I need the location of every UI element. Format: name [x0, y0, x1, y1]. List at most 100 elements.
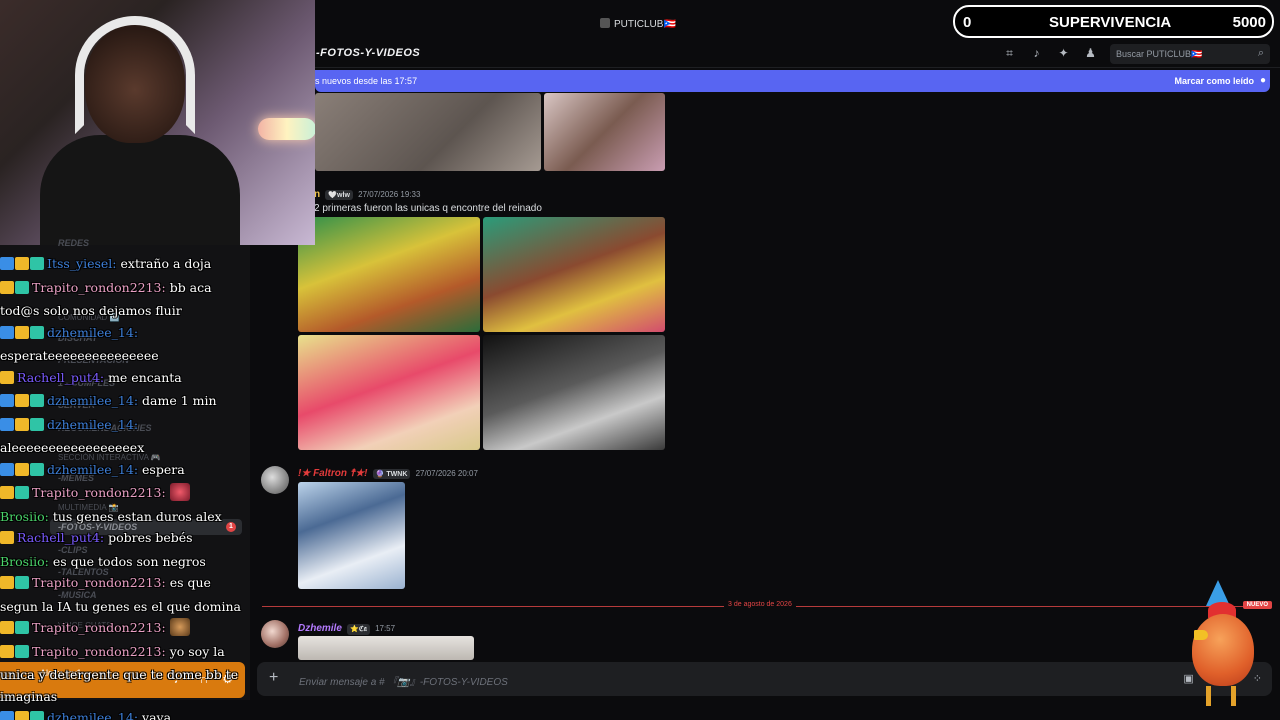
chat-username[interactable]: Brosiio: — [0, 509, 49, 524]
gold-badge-icon — [15, 711, 29, 720]
chat-text: aleeeeeeeeeeeeeeeeex — [0, 440, 145, 455]
chat-username[interactable]: Trapito_rondon2213: — [32, 280, 166, 295]
mark-as-read-button[interactable]: Marcar como leído — [1174, 76, 1254, 86]
chat-username[interactable]: dzhemilee_14: — [47, 462, 138, 477]
header-icons: ⌗ ♪ ✦ ♟ — [1002, 46, 1098, 61]
channel-header: -FOTOS-Y-VIDEOS ⌗ ♪ ✦ ♟ Buscar PUTICLUB🇵… — [250, 40, 1280, 68]
attachment-image[interactable] — [298, 482, 405, 589]
chat-username[interactable]: dzhemilee_14: — [47, 393, 138, 408]
chat-message: Trapito_rondon2213: bb aca tod@s solo no… — [0, 277, 250, 322]
server-title: PUTICLUB🇵🇷 — [600, 18, 676, 30]
new-messages-text: s nuevos desde las 17:57 — [315, 76, 418, 86]
teal-badge-icon — [15, 280, 29, 294]
chat-username[interactable]: dzhemilee_14: — [47, 325, 138, 340]
attachment-image[interactable] — [298, 335, 480, 450]
chat-badges — [0, 619, 30, 641]
avatar[interactable] — [261, 620, 289, 648]
chat-badges — [0, 461, 45, 483]
attachment-image[interactable] — [298, 636, 474, 660]
rooster-mascot — [1186, 580, 1264, 708]
message-composer[interactable]: + Enviar mensaje a # 『📷』-FOTOS-Y-VIDEOS … — [257, 662, 1272, 696]
attachment-image[interactable] — [298, 217, 480, 332]
gold-badge-icon — [15, 325, 29, 339]
pin-icon[interactable]: ✦ — [1056, 46, 1071, 61]
new-messages-bar[interactable]: s nuevos desde las 17:57 Marcar como leí… — [315, 70, 1270, 92]
chat-text: pobres bebés — [108, 530, 193, 545]
add-attachment-icon[interactable]: + — [269, 669, 278, 687]
blue-badge-icon — [0, 417, 14, 431]
chat-username[interactable]: dzhemilee_14: — [47, 710, 138, 720]
teal-badge-icon — [30, 711, 44, 720]
emote-icon — [169, 483, 190, 501]
teal-badge-icon — [30, 462, 44, 476]
sidebar-item[interactable]: REDES — [58, 238, 89, 248]
chat-text: es que todos son negros — [52, 553, 206, 569]
role-tag: ⭐ℭ𝔞 — [347, 624, 370, 635]
chat-message: Trapito_rondon2213: — [0, 482, 250, 506]
gold-badge-icon — [0, 576, 14, 589]
chat-text: tus genes estan duros alex — [52, 508, 222, 524]
chat-bubble-icon: ● — [1259, 75, 1266, 86]
chat-username[interactable]: Rachell_put4: — [17, 530, 104, 545]
message-author[interactable]: Dzhemile — [298, 623, 342, 634]
teal-badge-icon — [15, 486, 29, 499]
chat-username[interactable]: Itss_yiesel: — [47, 256, 117, 271]
emote-icon — [169, 618, 190, 636]
counter-left-value: 0 — [963, 14, 972, 31]
chat-username[interactable]: Trapito_rondon2213: — [32, 575, 166, 590]
chat-badges — [0, 529, 15, 551]
message-time: 17:57 — [375, 624, 396, 633]
blue-badge-icon — [0, 462, 14, 476]
gold-badge-icon — [0, 280, 14, 294]
chat-message: Rachell_put4: pobres bebés — [0, 527, 250, 551]
chat-message: dzhemilee_14: aleeeeeeeeeeeeeeeeex — [0, 414, 250, 459]
chat-username[interactable]: Brosiio: — [0, 554, 49, 569]
threads-icon[interactable]: ⌗ — [1002, 46, 1017, 61]
chat-username[interactable]: Rachell_put4: — [17, 370, 104, 385]
gold-badge-icon — [15, 394, 29, 407]
members-icon[interactable]: ♟ — [1083, 46, 1098, 61]
gold-badge-icon — [15, 417, 29, 431]
gold-badge-icon — [0, 531, 14, 544]
headphones — [75, 16, 195, 134]
chat-username[interactable]: Trapito_rondon2213: — [32, 644, 166, 659]
attachment-image[interactable] — [483, 335, 665, 450]
chat-message: dzhemilee_14: esperateeeeeeeeeeeeeee — [0, 322, 250, 367]
chat-username[interactable]: Trapito_rondon2213: — [32, 485, 166, 500]
attachment-image[interactable] — [544, 93, 665, 171]
chat-text: extraño a doja — [120, 256, 212, 271]
chat-message: Trapito_rondon2213: es que segun la IA t… — [0, 572, 250, 617]
chat-badges — [0, 574, 30, 596]
message-time: 27/07/2026 20:07 — [415, 469, 478, 478]
blue-badge-icon — [0, 711, 14, 720]
blue-badge-icon — [0, 325, 14, 339]
search-input[interactable]: Buscar PUTICLUB🇵🇷 ⌕ — [1110, 44, 1270, 64]
teal-badge-icon — [15, 644, 29, 658]
avatar[interactable] — [261, 466, 289, 494]
bell-icon[interactable]: ♪ — [1029, 46, 1044, 61]
composer-placeholder: Enviar mensaje a # 『📷』-FOTOS-Y-VIDEOS — [299, 677, 508, 688]
chat-username[interactable]: dzhemilee_14: — [47, 417, 138, 432]
chat-badges — [0, 255, 45, 277]
gold-badge-icon — [0, 486, 14, 499]
chat-badges — [0, 416, 45, 438]
message-author[interactable]: !★ Faltron ☨★! — [298, 468, 367, 479]
channel-name: -FOTOS-Y-VIDEOS — [316, 47, 421, 59]
chat-message: dzhemilee_14: yaya — [0, 707, 250, 720]
chat-badges — [0, 279, 30, 301]
attachment-image[interactable] — [483, 217, 665, 332]
message-header: !★ Faltron ☨★! 🔮 TWNK 27/07/2026 20:07 — [298, 468, 478, 479]
date-divider: 3 de agosto de 2026 NUEVO — [262, 601, 1272, 609]
lamp — [258, 118, 315, 140]
search-icon: ⌕ — [1257, 47, 1264, 59]
chat-username[interactable]: Trapito_rondon2213: — [32, 620, 166, 635]
role-tag: 🔮 TWNK — [372, 469, 411, 479]
chat-message: Itss_yiesel: extraño a doja — [0, 253, 250, 277]
gold-badge-icon — [0, 370, 14, 384]
stream-chat: Itss_yiesel: extraño a doja Trapito_rondo… — [0, 253, 250, 720]
message-header: n 🤍wlw 27/07/2026 19:33 — [314, 189, 420, 200]
chat-message: Rachell_put4: me encanta — [0, 367, 250, 391]
attachment-image[interactable] — [315, 93, 541, 171]
rooster-body — [1192, 614, 1254, 686]
chat-message: dzhemilee_14: espera — [0, 459, 250, 483]
